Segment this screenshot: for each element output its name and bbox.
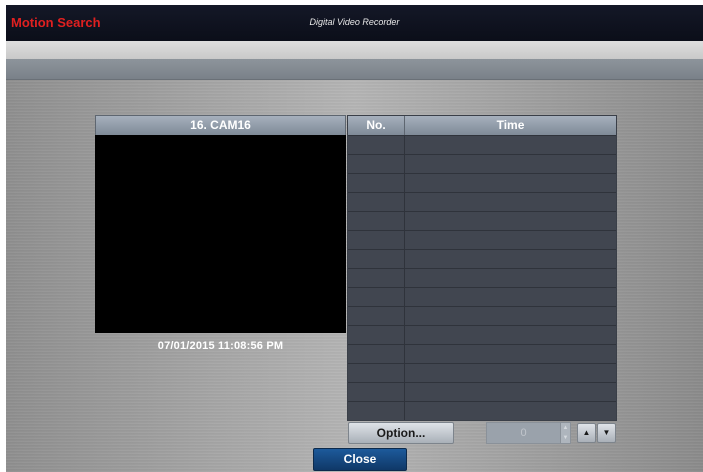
column-header-no[interactable]: No. (348, 116, 405, 135)
cell-time (405, 288, 616, 306)
camera-video-view[interactable] (95, 135, 346, 333)
cell-time (405, 364, 616, 382)
cell-time (405, 402, 616, 420)
cell-no (348, 269, 405, 287)
table-row[interactable] (348, 135, 616, 154)
page-number-spinner[interactable]: ▲ ▼ (560, 422, 571, 444)
title-bar: Motion Search Digital Video Recorder (6, 5, 703, 41)
cell-no (348, 345, 405, 363)
cell-no (348, 155, 405, 173)
table-row[interactable] (348, 249, 616, 268)
cell-time (405, 307, 616, 325)
header-band (6, 41, 703, 59)
cell-no (348, 383, 405, 401)
table-row[interactable] (348, 401, 616, 420)
page-down-button[interactable]: ▼ (597, 423, 616, 443)
cell-time (405, 136, 616, 154)
cell-time (405, 155, 616, 173)
table-row[interactable] (348, 306, 616, 325)
close-button[interactable]: Close (313, 448, 407, 471)
product-name: Digital Video Recorder (309, 17, 400, 27)
cell-time (405, 326, 616, 344)
camera-title: 16. CAM16 (95, 115, 346, 136)
table-row[interactable] (348, 268, 616, 287)
cell-no (348, 402, 405, 420)
table-row[interactable] (348, 287, 616, 306)
toolbar-band (6, 59, 703, 80)
table-row[interactable] (348, 230, 616, 249)
camera-timestamp: 07/01/2015 11:08:56 PM (157, 340, 284, 352)
page-up-button[interactable]: ▲ (577, 423, 596, 443)
cell-no (348, 212, 405, 230)
down-triangle-icon: ▼ (602, 428, 611, 437)
table-row[interactable] (348, 325, 616, 344)
cell-no (348, 250, 405, 268)
table-row[interactable] (348, 154, 616, 173)
cell-time (405, 250, 616, 268)
cell-time (405, 212, 616, 230)
table-row[interactable] (348, 192, 616, 211)
table-header: No. Time (348, 116, 616, 135)
spin-up-icon[interactable]: ▲ (561, 423, 570, 433)
cell-no (348, 136, 405, 154)
table-row[interactable] (348, 173, 616, 192)
cell-time (405, 269, 616, 287)
motion-events-table: No. Time (347, 115, 617, 421)
table-row[interactable] (348, 382, 616, 401)
spin-down-icon[interactable]: ▼ (561, 433, 570, 443)
cell-no (348, 193, 405, 211)
cell-time (405, 383, 616, 401)
table-row[interactable] (348, 211, 616, 230)
cell-time (405, 174, 616, 192)
table-row[interactable] (348, 363, 616, 382)
table-row[interactable] (348, 344, 616, 363)
page-number-field[interactable]: 0 (486, 422, 561, 444)
option-button[interactable]: Option... (348, 422, 454, 444)
column-header-time[interactable]: Time (405, 116, 616, 135)
up-triangle-icon: ▲ (582, 428, 591, 437)
cell-time (405, 345, 616, 363)
cell-no (348, 231, 405, 249)
cell-no (348, 307, 405, 325)
cell-no (348, 326, 405, 344)
cell-no (348, 364, 405, 382)
cell-time (405, 231, 616, 249)
table-body (348, 135, 616, 420)
cell-time (405, 193, 616, 211)
cell-no (348, 174, 405, 192)
cell-no (348, 288, 405, 306)
motion-search-window: Motion Search Digital Video Recorder 16.… (6, 5, 703, 472)
